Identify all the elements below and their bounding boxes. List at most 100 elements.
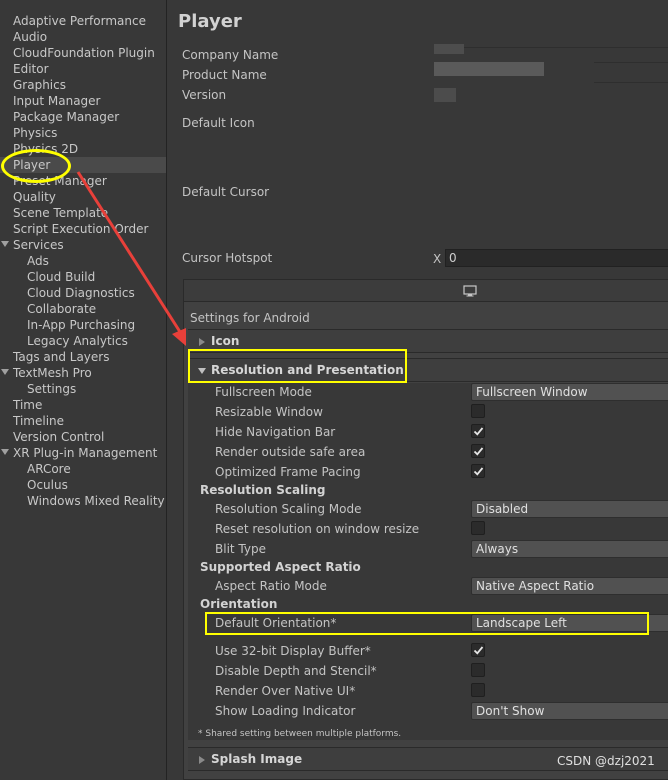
resolution-scaling-mode-dropdown[interactable]: Disabled (471, 500, 668, 518)
sidebar-item-graphics[interactable]: Graphics (0, 77, 166, 93)
tab-standalone[interactable] (184, 280, 668, 302)
checkmark-icon (473, 427, 484, 436)
sidebar-item-label: Quality (13, 190, 56, 204)
sidebar-item-cloud-diagnostics[interactable]: Cloud Diagnostics (0, 285, 166, 301)
sidebar-item-label: Cloud Diagnostics (27, 286, 135, 300)
use-32bit-buffer-label: Use 32-bit Display Buffer* (215, 644, 371, 658)
sidebar-item-ads[interactable]: Ads (0, 253, 166, 269)
sidebar-item-services[interactable]: Services (0, 237, 166, 253)
sidebar-item-label: Script Execution Order (13, 222, 149, 236)
sidebar-item-adaptive-performance[interactable]: Adaptive Performance (0, 13, 166, 29)
highlight-box-orientation (205, 612, 649, 635)
shared-setting-footnote: * Shared setting between multiple platfo… (198, 729, 402, 739)
sidebar-item-label: Windows Mixed Reality (27, 494, 165, 508)
show-loading-indicator-dropdown[interactable]: Don't Show (471, 702, 668, 720)
sidebar-item-label: Scene Template (13, 206, 109, 220)
fullscreen-mode-dropdown[interactable]: Fullscreen Window (471, 383, 668, 401)
sidebar-item-package-manager[interactable]: Package Manager (0, 109, 166, 125)
monitor-icon (463, 285, 477, 297)
sidebar-item-label: Timeline (13, 414, 65, 428)
supported-aspect-ratio-heading: Supported Aspect Ratio (200, 560, 361, 574)
sidebar-item-label: Oculus (27, 478, 68, 492)
fullscreen-mode-label: Fullscreen Mode (215, 385, 312, 399)
settings-for-label: Settings for Android (190, 311, 310, 325)
highlight-box-resolution (188, 349, 407, 383)
sidebar-item-legacy-analytics[interactable]: Legacy Analytics (0, 333, 166, 349)
sidebar-item-label: Legacy Analytics (27, 334, 128, 348)
resolution-scaling-mode-label: Resolution Scaling Mode (215, 502, 362, 516)
sidebar-item-settings[interactable]: Settings (0, 381, 166, 397)
sidebar-item-script-execution-order[interactable]: Script Execution Order (0, 221, 166, 237)
sidebar-item-label: Settings (27, 382, 77, 396)
company-name-label: Company Name (182, 48, 279, 62)
company-name-underline (464, 47, 668, 48)
orientation-heading: Orientation (200, 597, 278, 611)
expand-arrow-icon[interactable] (1, 241, 9, 247)
sidebar-item-label: In-App Purchasing (27, 318, 136, 332)
sidebar-item-input-manager[interactable]: Input Manager (0, 93, 166, 109)
section-title: Icon (211, 334, 240, 348)
optimized-frame-pacing-checkbox[interactable] (471, 464, 485, 478)
sidebar-item-label: XR Plug-in Management (13, 446, 158, 460)
render-outside-safe-area-checkbox[interactable] (471, 444, 485, 458)
reset-resolution-checkbox[interactable] (471, 521, 485, 535)
expand-arrow-icon (199, 756, 205, 764)
sidebar-item-label: Services (13, 238, 64, 252)
sidebar-item-label: Physics (13, 126, 58, 140)
sidebar-item-tags-and-layers[interactable]: Tags and Layers (0, 349, 166, 365)
sidebar-item-audio[interactable]: Audio (0, 29, 166, 45)
checkmark-icon (473, 447, 484, 456)
sidebar-item-physics[interactable]: Physics (0, 125, 166, 141)
cursor-hotspot-x-label: X (433, 252, 442, 266)
default-icon-label: Default Icon (182, 116, 255, 130)
product-name-label: Product Name (182, 68, 267, 82)
version-label: Version (182, 88, 227, 102)
company-name-field[interactable] (434, 44, 464, 54)
expand-arrow-icon[interactable] (1, 449, 9, 455)
aspect-ratio-mode-label: Aspect Ratio Mode (215, 579, 327, 593)
sidebar-item-timeline[interactable]: Timeline (0, 413, 166, 429)
sidebar-item-time[interactable]: Time (0, 397, 166, 413)
sidebar-item-windows-mixed-reality[interactable]: Windows Mixed Reality (0, 493, 166, 509)
use-32bit-buffer-checkbox[interactable] (471, 643, 485, 657)
blit-type-dropdown[interactable]: Always (471, 540, 668, 558)
cursor-hotspot-x-input[interactable]: 0 (445, 249, 668, 267)
sidebar-item-xr-plug-in-management[interactable]: XR Plug-in Management (0, 445, 166, 461)
sidebar-item-collaborate[interactable]: Collaborate (0, 301, 166, 317)
sidebar-item-label: ARCore (27, 462, 71, 476)
sidebar-item-scene-template[interactable]: Scene Template (0, 205, 166, 221)
sidebar-item-label: CloudFoundation Plugin (13, 46, 155, 60)
sidebar-item-oculus[interactable]: Oculus (0, 477, 166, 493)
disable-depth-stencil-checkbox[interactable] (471, 663, 485, 677)
sidebar-item-label: Version Control (13, 430, 105, 444)
expand-arrow-icon[interactable] (1, 369, 9, 375)
expand-arrow-icon (199, 338, 205, 346)
sidebar-item-editor[interactable]: Editor (0, 61, 166, 77)
sidebar-item-cloudfoundation-plugin[interactable]: CloudFoundation Plugin (0, 45, 166, 61)
checkmark-icon (473, 467, 484, 476)
blit-type-label: Blit Type (215, 542, 266, 556)
sidebar-item-cloud-build[interactable]: Cloud Build (0, 269, 166, 285)
hide-navigation-bar-checkbox[interactable] (471, 424, 485, 438)
disable-depth-stencil-label: Disable Depth and Stencil* (215, 664, 377, 678)
page-title: Player (178, 11, 242, 32)
cursor-hotspot-label: Cursor Hotspot (182, 251, 273, 265)
sidebar-item-textmesh-pro[interactable]: TextMesh Pro (0, 365, 166, 381)
hide-navigation-bar-label: Hide Navigation Bar (215, 425, 336, 439)
sidebar-item-quality[interactable]: Quality (0, 189, 166, 205)
sidebar-item-in-app-purchasing[interactable]: In-App Purchasing (0, 317, 166, 333)
watermark: CSDN @dzj2021 (557, 754, 655, 768)
resizable-window-label: Resizable Window (215, 405, 323, 419)
render-over-native-ui-checkbox[interactable] (471, 683, 485, 697)
resizable-window-checkbox[interactable] (471, 404, 485, 418)
resolution-section-body: Fullscreen Mode Fullscreen Window Resiza… (188, 383, 668, 740)
version-field[interactable] (434, 88, 456, 102)
sidebar-item-arcore[interactable]: ARCore (0, 461, 166, 477)
sidebar-item-version-control[interactable]: Version Control (0, 429, 166, 445)
sidebar-item-label: Input Manager (13, 94, 101, 108)
aspect-ratio-mode-dropdown[interactable]: Native Aspect Ratio (471, 577, 668, 595)
product-name-field[interactable] (434, 62, 544, 76)
sidebar-item-label: Time (13, 398, 43, 412)
reset-resolution-label: Reset resolution on window resize (215, 522, 420, 536)
render-over-native-ui-label: Render Over Native UI* (215, 684, 356, 698)
